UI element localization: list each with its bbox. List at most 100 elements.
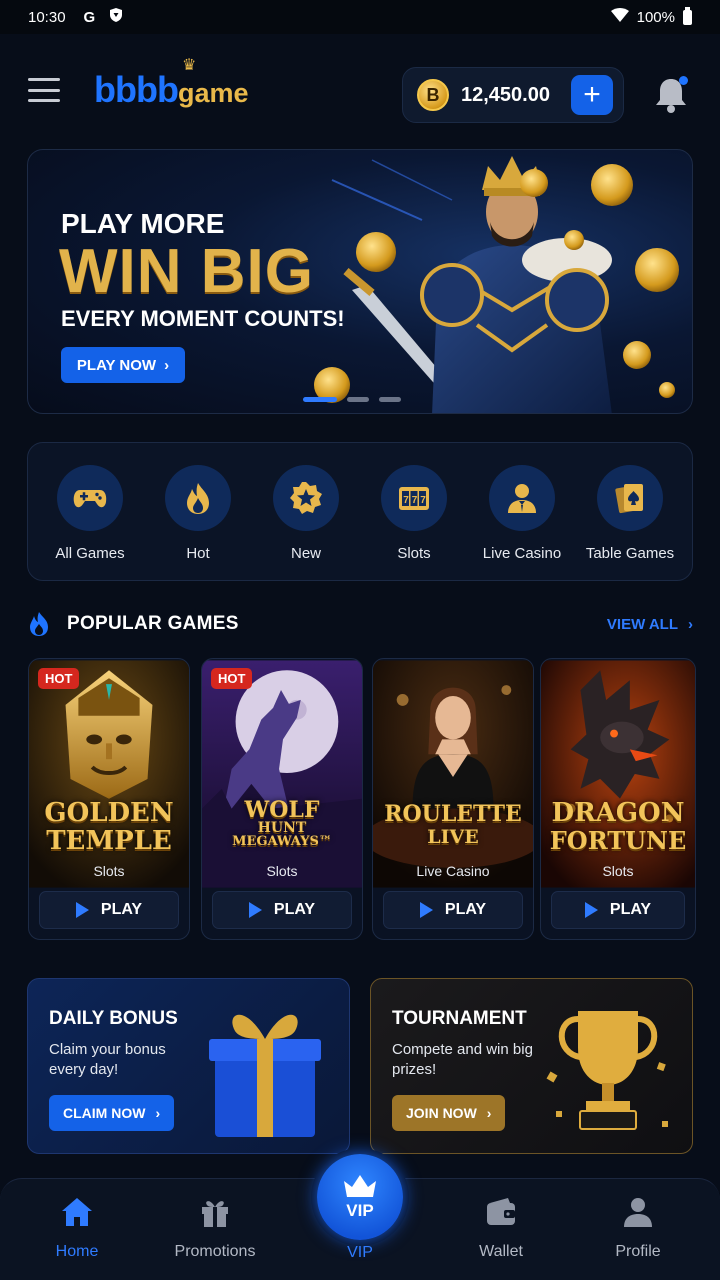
trophy-icon	[546, 1011, 668, 1130]
star-icon	[273, 465, 339, 531]
nav-home[interactable]: Home	[17, 1195, 137, 1261]
vip-button-label: VIP	[346, 1201, 374, 1220]
category-label: Hot	[186, 545, 210, 562]
play-icon	[75, 902, 89, 918]
category-live-casino[interactable]: Live Casino	[468, 443, 576, 580]
play-button[interactable]: PLAY	[212, 891, 352, 929]
play-button[interactable]: PLAY	[383, 891, 523, 929]
vip-button-wrap: VIP	[311, 1148, 409, 1246]
balance-amount: 12,450.00	[461, 83, 550, 106]
game-title-line-1: DRAGON	[551, 798, 685, 828]
game-title-line-1: ROULETTE	[384, 801, 522, 827]
hero-banner[interactable]: PLAY MORE WIN BIG EVERY MOMENT COUNTS! P…	[27, 149, 693, 414]
view-all-link[interactable]: VIEW ALL ›	[607, 616, 693, 633]
category-slots[interactable]: 777 Slots	[360, 443, 468, 580]
daily-bonus-title: DAILY BONUS	[49, 1008, 178, 1029]
category-new[interactable]: New	[252, 443, 360, 580]
carousel-dot-1[interactable]	[303, 397, 337, 402]
logo-main: bbbb	[94, 69, 179, 110]
play-button[interactable]: PLAY	[551, 891, 685, 929]
hot-badge: HOT	[211, 668, 253, 689]
vip-button[interactable]: VIP	[317, 1154, 403, 1240]
category-all-games[interactable]: All Games	[36, 443, 144, 580]
user-icon	[624, 1198, 652, 1227]
game-title-line-3: MEGAWAYS™	[232, 834, 332, 849]
join-now-button[interactable]: JOIN NOW ›	[392, 1095, 506, 1131]
game-title-line-2: FORTUNE	[549, 826, 687, 855]
logo-suffix: game	[177, 78, 249, 108]
popular-games-list: HOT GOLDEN TEMPLE Slots PLAY HOT WOLF HU…	[28, 658, 720, 940]
nav-wallet[interactable]: Wallet	[441, 1195, 561, 1261]
game-title: WOLF HUNT MEGAWAYS™	[202, 797, 362, 850]
wolf-hunt-art	[202, 660, 362, 888]
coin-icon: B	[417, 79, 449, 111]
category-label: All Games	[55, 545, 125, 562]
carousel-dot-3[interactable]	[379, 397, 401, 402]
game-title: ROULETTE LIVE	[373, 803, 533, 849]
view-all-label: VIEW ALL	[606, 615, 678, 633]
notification-dot	[679, 76, 688, 85]
category-label: Live Casino	[482, 545, 562, 562]
game-card-dragon-fortune[interactable]: DRAGON FORTUNE Slots PLAY	[540, 658, 696, 940]
status-time: 10:30	[28, 8, 66, 26]
category-hot[interactable]: Hot	[144, 443, 252, 580]
hero-play-now-button[interactable]: PLAY NOW ›	[61, 347, 185, 383]
cards-icon	[597, 465, 663, 531]
nav-home-label: Home	[55, 1243, 99, 1260]
daily-bonus-desc: Claim your bonus every day!	[49, 1041, 166, 1078]
game-card-wolf-hunt[interactable]: HOT WOLF HUNT MEGAWAYS™ Slots PLAY	[201, 658, 363, 940]
category-table-games[interactable]: Table Games	[576, 443, 684, 580]
game-card-roulette-live[interactable]: ROULETTE LIVE Live Casino PLAY	[372, 658, 534, 940]
category-label: New	[290, 545, 321, 562]
status-bar: 10:30 G 100%	[0, 0, 720, 34]
balance-pill: B 12,450.00 +	[402, 67, 624, 123]
add-funds-button[interactable]: +	[571, 75, 613, 115]
app-header: bbbb game ♛ B 12,450.00 +	[0, 34, 720, 146]
game-title-line-2: TEMPLE	[46, 826, 172, 856]
section-title: POPULAR GAMES	[67, 613, 239, 634]
daily-bonus-card[interactable]: DAILY BONUS Claim your bonus every day! …	[27, 978, 350, 1154]
dealer-icon	[489, 465, 555, 531]
play-icon	[248, 902, 262, 918]
play-label: PLAY	[609, 901, 652, 918]
nav-profile[interactable]: Profile	[578, 1195, 698, 1261]
gift-icon	[202, 1201, 228, 1227]
hero-line-3: EVERY MOMENT COUNTS!	[61, 306, 345, 331]
crown-icon: ♛	[182, 57, 197, 74]
claim-now-button[interactable]: CLAIM NOW ›	[49, 1095, 175, 1131]
roulette-live-art	[373, 660, 533, 888]
game-title-line-1: GOLDEN	[44, 798, 174, 828]
app-logo[interactable]: bbbb game ♛	[94, 57, 249, 111]
claim-now-label: CLAIM NOW	[63, 1105, 146, 1121]
flame-icon	[30, 612, 48, 636]
shield-icon	[109, 7, 123, 27]
gift-box-icon	[209, 1014, 321, 1137]
tournament-card[interactable]: TOURNAMENT Compete and win big prizes! J…	[370, 978, 693, 1154]
play-button[interactable]: PLAY	[39, 891, 179, 929]
game-category: Live Casino	[416, 863, 490, 879]
svg-text:7: 7	[412, 495, 418, 506]
svg-text:7: 7	[420, 495, 426, 506]
wallet-icon	[487, 1198, 515, 1225]
play-icon	[584, 902, 598, 918]
game-title: DRAGON FORTUNE	[541, 799, 695, 855]
carousel-dots	[303, 397, 401, 402]
game-title-line-1: WOLF	[244, 797, 320, 823]
hot-badge: HOT	[38, 668, 80, 689]
home-icon	[62, 1198, 92, 1226]
popular-games-header: POPULAR GAMES VIEW ALL ›	[27, 606, 693, 642]
join-now-label: JOIN NOW	[406, 1105, 477, 1121]
game-category: Slots	[266, 863, 298, 879]
hero-line-2: WIN BIG	[59, 237, 314, 306]
menu-icon[interactable]	[28, 78, 60, 102]
notifications-button[interactable]	[654, 76, 688, 116]
carousel-dot-2[interactable]	[347, 397, 369, 402]
nav-promotions[interactable]: Promotions	[155, 1195, 275, 1261]
tournament-desc: Compete and win big prizes!	[392, 1041, 533, 1078]
play-label: PLAY	[444, 901, 487, 918]
play-label: PLAY	[100, 901, 143, 918]
category-bar: All Games Hot New 777 Slots Live Casino …	[27, 442, 693, 581]
game-card-golden-temple[interactable]: HOT GOLDEN TEMPLE Slots PLAY	[28, 658, 190, 940]
category-label: Slots	[397, 545, 431, 562]
category-label: Table Games	[585, 545, 675, 562]
